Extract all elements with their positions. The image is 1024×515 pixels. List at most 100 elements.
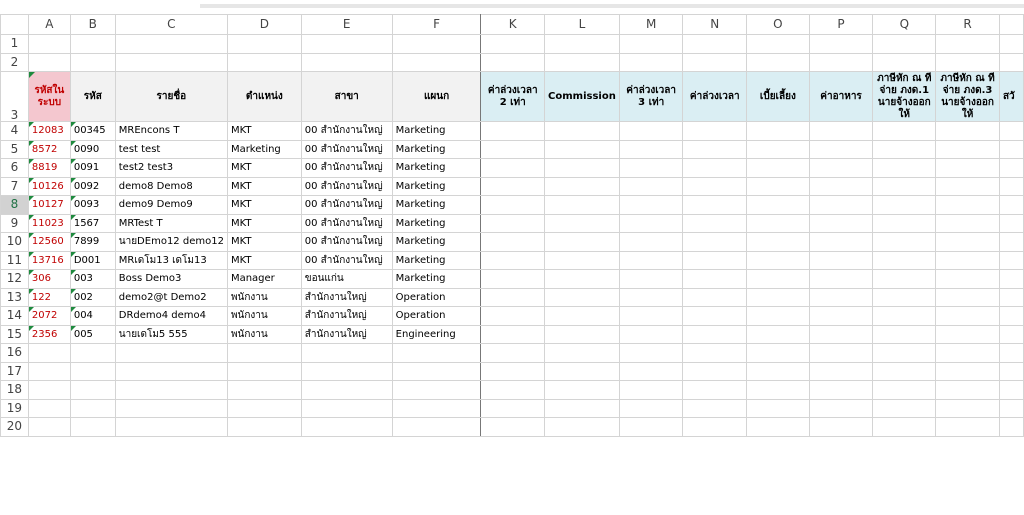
cell[interactable] [872,158,937,178]
cell[interactable] [544,52,620,72]
cell[interactable] [618,195,684,215]
cell[interactable] [544,232,620,252]
cell[interactable] [544,269,620,289]
cell[interactable] [480,213,546,233]
cell-branch[interactable]: 00 สำนักงานใหญ่ [300,139,393,159]
cell-name[interactable] [114,398,228,418]
cell[interactable] [872,287,937,307]
cell-department[interactable]: Marketing [391,232,482,252]
cell[interactable] [872,306,937,326]
cell[interactable] [935,417,1000,437]
cell-branch[interactable]: 00 สำนักงานใหญ่ [300,121,393,141]
cell[interactable] [682,195,748,215]
cell[interactable] [682,121,748,141]
cell-system-id[interactable]: 13716 [27,250,71,270]
cell[interactable] [746,34,810,54]
cell-branch[interactable] [300,361,393,381]
cell[interactable] [618,176,684,196]
row-header[interactable]: 13 [0,287,29,307]
cell[interactable] [544,361,620,381]
column-header[interactable]: Q [872,14,937,35]
cell[interactable] [808,380,874,400]
cell-position[interactable] [226,398,302,418]
cell-system-id[interactable]: 2072 [27,306,71,326]
row-header[interactable]: 18 [0,380,29,400]
cell-name[interactable]: test test [114,139,228,159]
cell[interactable] [808,34,874,54]
cell[interactable] [808,287,874,307]
cell[interactable] [872,398,937,418]
cell[interactable] [746,417,810,437]
cell[interactable] [226,52,302,72]
cell[interactable] [114,34,228,54]
cell-name[interactable]: test2 test3 [114,158,228,178]
cell-department[interactable] [391,398,482,418]
cell[interactable] [480,287,546,307]
cell[interactable] [872,176,937,196]
cell[interactable] [998,176,1024,196]
cell[interactable] [69,34,116,54]
cell[interactable] [480,250,546,270]
cell-department[interactable]: Engineering [391,324,482,344]
cell-system-id[interactable]: 11023 [27,213,71,233]
cell-branch[interactable] [300,398,393,418]
cell[interactable] [872,361,937,381]
cell-position[interactable] [226,343,302,363]
cell-branch[interactable]: ขอนแก่น [300,269,393,289]
header-ot-2x[interactable]: ค่าล่วงเวลา 2 เท่า [480,71,546,122]
cell[interactable] [872,232,937,252]
cell[interactable] [998,250,1024,270]
cell[interactable] [746,213,810,233]
cell-position[interactable]: MKT [226,213,302,233]
cell-position[interactable]: MKT [226,250,302,270]
cell-code[interactable]: 0090 [69,139,116,159]
cell[interactable] [935,250,1000,270]
cell-branch[interactable]: 00 สำนักงานใหญ่ [300,232,393,252]
cell[interactable] [808,417,874,437]
cell[interactable] [618,398,684,418]
cell[interactable] [808,269,874,289]
cell[interactable] [480,195,546,215]
cell-department[interactable]: Marketing [391,176,482,196]
column-header[interactable]: K [480,14,546,35]
cell-department[interactable] [391,417,482,437]
cell[interactable] [544,417,620,437]
cell-name[interactable]: นายDEmo12 demo12 [114,232,228,252]
cell-system-id[interactable]: 10126 [27,176,71,196]
cell-code[interactable]: 1567 [69,213,116,233]
cell-name[interactable] [114,343,228,363]
cell[interactable] [808,213,874,233]
cell-name[interactable]: demo8 Demo8 [114,176,228,196]
cell-branch[interactable] [300,380,393,400]
cell[interactable] [998,361,1024,381]
cell[interactable] [544,121,620,141]
column-header[interactable]: O [746,14,810,35]
cell-department[interactable]: Operation [391,287,482,307]
header-system-id[interactable]: รหัสในระบบ [27,71,71,122]
cell[interactable] [682,176,748,196]
cell-system-id[interactable] [27,343,71,363]
cell[interactable] [618,269,684,289]
cell[interactable] [808,121,874,141]
cell[interactable] [808,398,874,418]
cell[interactable] [998,34,1024,54]
cell[interactable] [618,417,684,437]
cell[interactable] [808,324,874,344]
cell[interactable] [682,287,748,307]
cell[interactable] [935,121,1000,141]
cell-branch[interactable] [300,343,393,363]
cell[interactable] [808,250,874,270]
cell[interactable] [998,287,1024,307]
cell-position[interactable] [226,417,302,437]
cell[interactable] [872,269,937,289]
cell[interactable] [682,34,748,54]
cell-system-id[interactable] [27,361,71,381]
cell[interactable] [746,139,810,159]
cell-system-id[interactable]: 122 [27,287,71,307]
cell[interactable] [480,398,546,418]
cell[interactable] [872,52,937,72]
cell[interactable] [480,306,546,326]
cell-code[interactable] [69,417,116,437]
cell[interactable] [935,361,1000,381]
cell-system-id[interactable]: 306 [27,269,71,289]
